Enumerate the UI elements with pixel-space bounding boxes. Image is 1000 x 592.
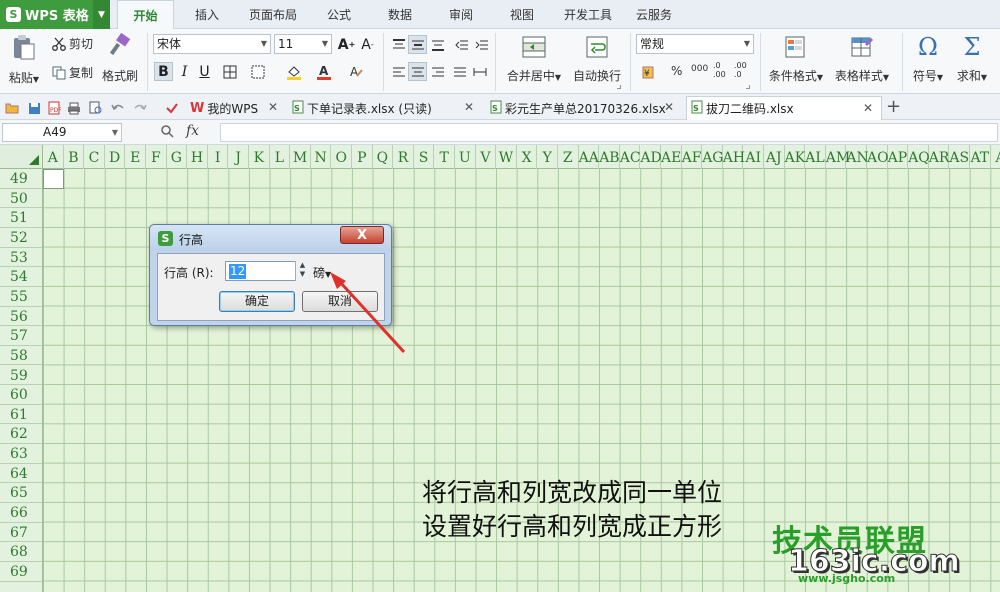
watermark: 技术员联盟 163ic.com www.jsgho.com (772, 516, 972, 586)
caption-line: 将行高和列宽改成同一单位 (422, 478, 723, 507)
annotation-caption: 将行高和列宽改成同一单位 设置好行高和列宽成正方形 (422, 476, 722, 544)
caption-line: 设置好行高和列宽成正方形 (422, 512, 723, 541)
watermark-url: www.jsgho.com (798, 572, 896, 585)
